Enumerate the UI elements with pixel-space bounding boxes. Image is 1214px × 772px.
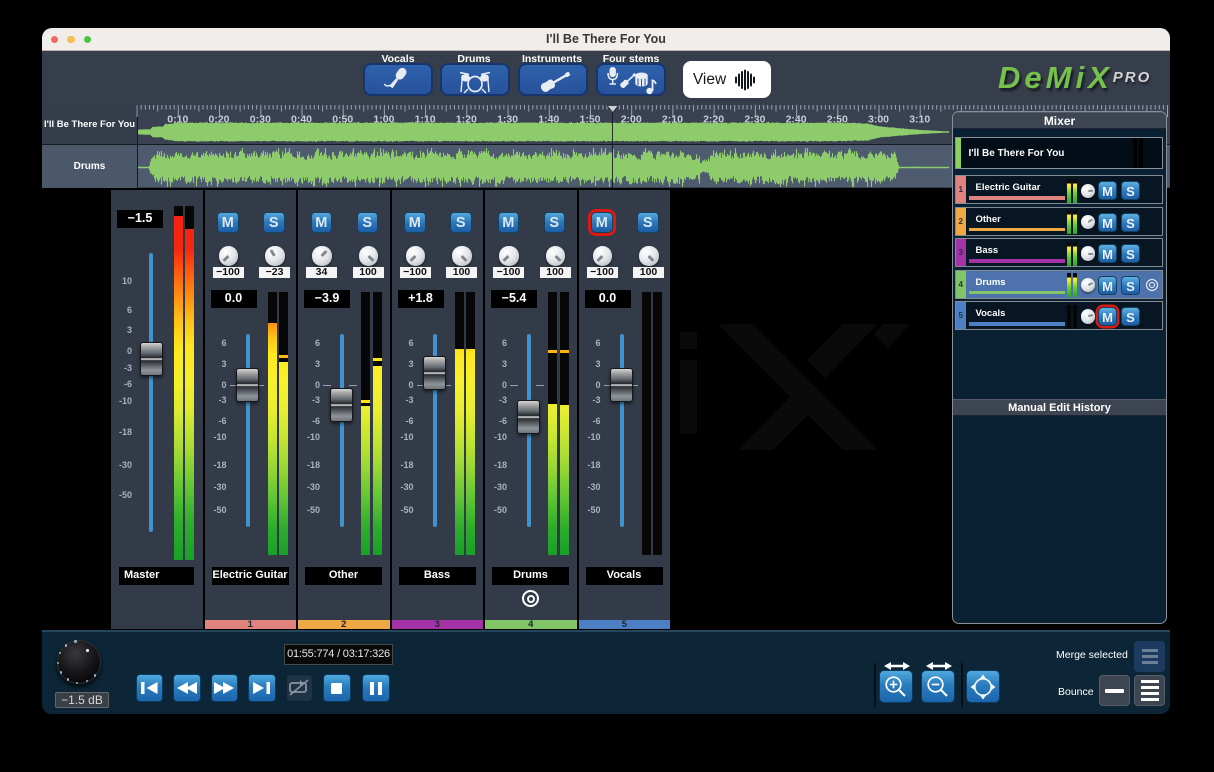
svg-text:2:30: 2:30 [744,114,765,126]
svg-text:1:50: 1:50 [579,114,600,126]
svg-text:2:20: 2:20 [703,114,724,126]
svg-text:0:30: 0:30 [250,114,271,126]
svg-text:0:10: 0:10 [167,114,188,126]
svg-text:1:30: 1:30 [497,114,518,126]
svg-text:1:40: 1:40 [538,114,559,126]
svg-text:0:40: 0:40 [291,114,312,126]
svg-text:1:20: 1:20 [456,114,477,126]
svg-text:1:10: 1:10 [415,114,436,126]
svg-text:2:40: 2:40 [786,114,807,126]
svg-text:0:20: 0:20 [208,114,229,126]
svg-text:2:10: 2:10 [662,114,683,126]
svg-text:2:50: 2:50 [827,114,848,126]
svg-text:3:10: 3:10 [909,114,930,126]
svg-text:1:00: 1:00 [373,114,394,126]
svg-text:3:00: 3:00 [868,114,889,126]
svg-text:0:50: 0:50 [332,114,353,126]
svg-text:2:00: 2:00 [621,114,642,126]
